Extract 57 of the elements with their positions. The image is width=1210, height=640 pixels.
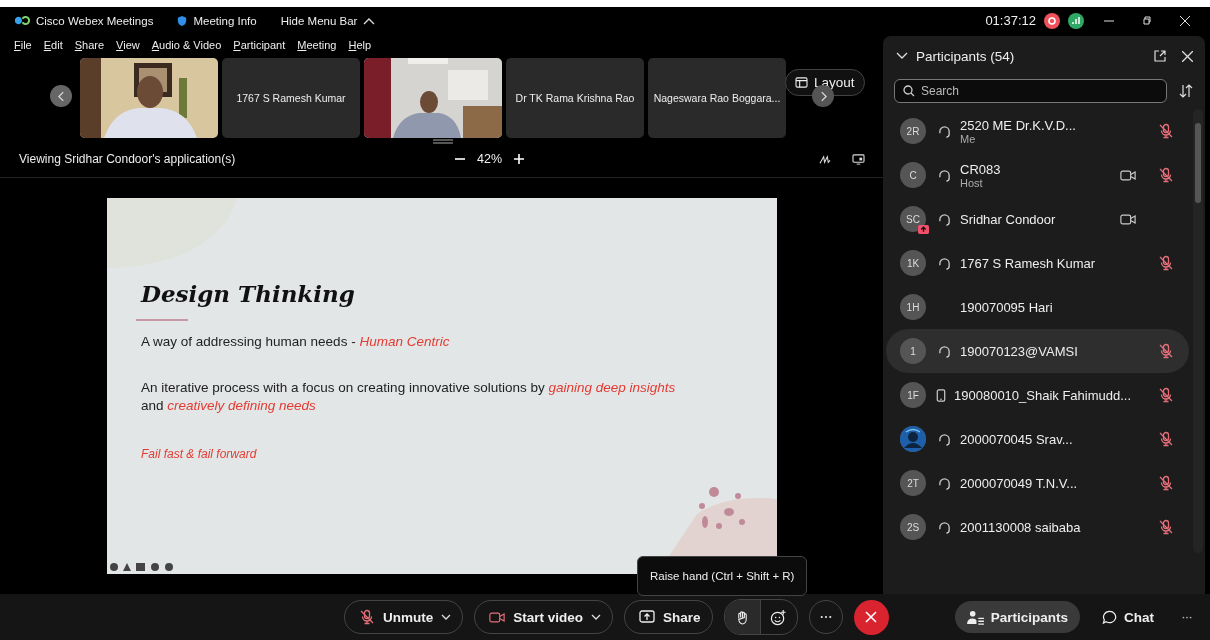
participant-name: 2000070049 T.N.V... <box>960 475 1079 491</box>
hide-menu-bar-button[interactable]: Hide Menu Bar <box>280 14 376 27</box>
participant-row[interactable]: 2R 2520 ME Dr.K.V.D... Me <box>886 109 1189 153</box>
participant-row[interactable]: SC Sridhar Condoor <box>886 197 1189 241</box>
avatar-initials: 2S <box>906 521 920 533</box>
menu-item[interactable]: View <box>110 39 146 51</box>
avatar-initials: C <box>909 169 917 181</box>
avatar-initials: 1H <box>906 301 920 313</box>
avatar-initials: 1K <box>906 257 920 269</box>
participant-name: 1767 S Ramesh Kumar <box>960 255 1097 271</box>
participant-row[interactable]: 2000070045 Srav... <box>886 417 1189 461</box>
participant-name: 2520 ME Dr.K.V.D... <box>960 117 1077 133</box>
panel-tab[interactable]: Participants <box>954 601 1080 633</box>
menu-item[interactable]: Audio & Video <box>145 39 228 51</box>
participant-role: Me <box>960 132 977 145</box>
participant-name: 2000070045 Srav... <box>960 431 1074 447</box>
menu-item[interactable]: Share <box>68 39 111 51</box>
slide-text: An iterative process with a focus on creating innovative solutions by gaining deep insights and creatively defining needs <box>141 379 677 415</box>
participant-name: 190070123@VAMSI <box>960 343 1079 359</box>
menu-item[interactable]: Edit <box>37 39 69 51</box>
participant-tile[interactable]: 1767 S Ramesh Kumar <box>222 57 360 138</box>
slide-text: A way of addressing human needs - Human Centric <box>141 333 451 351</box>
participant-row[interactable]: 1H 190070095 Hari <box>886 285 1189 329</box>
avatar-initials: SC <box>906 213 920 225</box>
participant-name: 190070095 Hari <box>960 299 1054 315</box>
participant-row[interactable]: C CR083 Host <box>886 153 1189 197</box>
menu-item[interactable]: File <box>8 39 38 51</box>
avatar-initials: 2R <box>906 125 920 137</box>
avatar-initials: 1F <box>907 389 919 401</box>
avatar-initials: 2T <box>907 477 919 489</box>
participant-row[interactable]: 2S 2001130008 saibaba <box>886 505 1189 549</box>
panel-tab[interactable]: Chat <box>1090 601 1166 633</box>
search-field[interactable]: Search <box>894 79 1167 103</box>
menu-item[interactable]: Participant <box>227 39 292 51</box>
participant-tile[interactable]: Dr TK Rama Krishna Rao <box>506 57 644 138</box>
participant-row[interactable]: 1K 1767 S Ramesh Kumar <box>886 241 1189 285</box>
zoom-level: 42% <box>477 152 503 166</box>
panel-title: Participants (54) <box>916 48 1016 64</box>
participant-tile[interactable]: Nageswara Rao Boggara... <box>648 57 786 138</box>
menu-item[interactable]: Meeting <box>291 39 343 51</box>
meeting-timer: 01:37:12 <box>985 13 1036 28</box>
participant-row[interactable]: 1 190070123@VAMSI <box>886 329 1189 373</box>
participant-name: 190080010_Shaik Fahimudd... <box>954 387 1132 403</box>
participant-name: Sridhar Condoor <box>960 211 1057 227</box>
participant-name: CR083 <box>960 161 1002 177</box>
participant-row[interactable]: 1F 190080010_Shaik Fahimudd... <box>886 373 1189 417</box>
participant-row[interactable]: 2T 2000070049 T.N.V... <box>886 461 1189 505</box>
sharing-status: Viewing Sridhar Condoor's application(s) <box>19 152 236 166</box>
menu-item[interactable]: Help <box>342 39 378 51</box>
avatar-initials: 1 <box>910 345 916 357</box>
meeting-info-button[interactable]: Meeting Info <box>177 14 257 27</box>
app-name: Cisco Webex Meetings <box>36 14 154 27</box>
tooltip: Raise hand (Ctrl + Shift + R) <box>637 556 808 596</box>
participant-name: 2001130008 saibaba <box>960 519 1082 535</box>
participant-role: Host <box>960 176 984 189</box>
slide-tagline: Fail fast & fail forward <box>141 446 257 463</box>
slide-title: Design Thinking <box>141 280 355 307</box>
